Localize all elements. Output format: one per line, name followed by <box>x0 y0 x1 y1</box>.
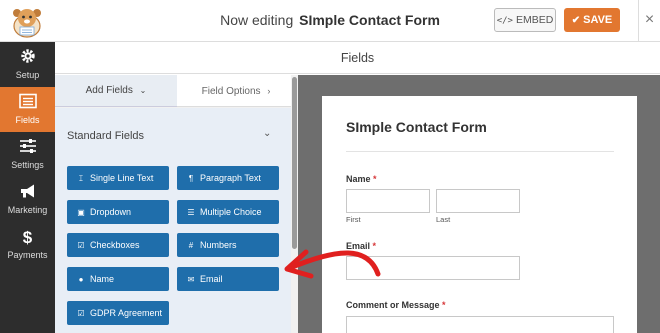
field-button-checkboxes[interactable]: ☑ Checkboxes <box>67 233 169 257</box>
builder-sidebar: Setup Fields Settings Marketing $ Paymen… <box>0 42 55 333</box>
comment-textarea[interactable] <box>346 316 614 333</box>
name-last-sublabel: Last <box>436 215 451 224</box>
dropdown-icon: ▣ <box>77 208 85 217</box>
chevron-down-icon[interactable]: ⌄ <box>263 128 271 139</box>
hash-icon: # <box>188 241 194 250</box>
sidebar-item-fields[interactable]: Fields <box>0 87 55 132</box>
list-icon <box>0 93 55 113</box>
chevron-down-icon: ⌄ <box>139 86 147 95</box>
save-button[interactable]: ✔ SAVE <box>564 8 620 32</box>
top-bar: Now editing SImple Contact Form </> EMBED… <box>0 0 660 42</box>
field-button-label: Numbers <box>200 240 237 250</box>
sidebar-item-payments[interactable]: $ Payments <box>0 222 55 267</box>
sidebar-item-label: Fields <box>15 115 40 125</box>
field-button-multiple-choice[interactable]: ☰ Multiple Choice <box>177 200 279 224</box>
fields-panel-scrollbar[interactable] <box>291 75 298 333</box>
form-preview-card: SImple Contact Form Name * First Last Em… <box>322 96 637 333</box>
close-button[interactable]: × <box>638 0 660 42</box>
name-last-input[interactable] <box>436 189 520 213</box>
field-label-name: Name * <box>346 174 377 184</box>
code-icon: </> <box>496 16 513 26</box>
paragraph-icon: ¶ <box>188 174 194 183</box>
user-icon: ● <box>78 275 84 284</box>
field-label-text: Email <box>346 241 371 251</box>
required-mark: * <box>373 174 377 184</box>
field-button-paragraph-text[interactable]: ¶ Paragraph Text <box>177 166 279 190</box>
required-mark: * <box>442 300 446 310</box>
sidebar-item-label: Payments <box>7 250 48 260</box>
field-button-label: Email <box>200 274 223 284</box>
save-label: SAVE <box>583 14 613 26</box>
form-preview-title: SImple Contact Form <box>346 119 487 135</box>
envelope-icon: ✉ <box>187 275 195 284</box>
name-first-input[interactable] <box>346 189 430 213</box>
divider <box>346 151 614 152</box>
field-button-label: Checkboxes <box>90 240 140 250</box>
field-button-dropdown[interactable]: ▣ Dropdown <box>67 200 169 224</box>
field-label-email: Email * <box>346 241 376 251</box>
field-label-text: Comment or Message <box>346 300 440 310</box>
field-button-label: Name <box>90 274 115 284</box>
dollar-icon: $ <box>22 228 33 247</box>
checkbox-icon: ☑ <box>77 241 85 250</box>
field-button-label: Dropdown <box>90 207 132 217</box>
email-input[interactable] <box>346 256 520 280</box>
sidebar-item-label: Marketing <box>7 205 48 215</box>
standard-fields-title[interactable]: Standard Fields <box>67 130 144 142</box>
embed-button[interactable]: </> EMBED <box>494 8 556 32</box>
field-label-text: Name <box>346 174 371 184</box>
scrollbar-thumb[interactable] <box>292 77 297 249</box>
tab-add-fields[interactable]: Add Fields ⌄ <box>55 75 177 107</box>
name-first-sublabel: First <box>346 215 361 224</box>
sidebar-item-settings[interactable]: Settings <box>0 132 55 177</box>
close-icon: × <box>644 11 655 28</box>
editing-form-name: SImple Contact Form <box>299 12 440 28</box>
sliders-icon <box>0 138 55 158</box>
checkmark-icon: ✔ <box>571 15 581 26</box>
gear-icon <box>0 48 55 68</box>
field-button-single-line-text[interactable]: 𝙸 Single Line Text <box>67 166 169 190</box>
megaphone-icon <box>0 183 55 203</box>
field-button-gdpr-agreement[interactable]: ☑ GDPR Agreement <box>67 301 169 325</box>
chevron-right-icon: › <box>267 86 271 96</box>
field-button-label: Single Line Text <box>90 173 154 183</box>
required-mark: * <box>372 241 377 251</box>
sidebar-item-label: Settings <box>11 160 44 170</box>
field-button-label: Multiple Choice <box>200 207 262 217</box>
checkbox-icon: ☑ <box>77 309 85 318</box>
field-button-label: Paragraph Text <box>200 173 261 183</box>
field-button-name[interactable]: ● Name <box>67 267 169 291</box>
field-label-comment: Comment or Message * <box>346 300 446 310</box>
panel-title: Fields <box>55 42 660 74</box>
sidebar-item-setup[interactable]: Setup <box>0 42 55 87</box>
wpforms-bear-logo-icon <box>13 9 41 38</box>
field-button-email[interactable]: ✉ Email <box>177 267 279 291</box>
field-button-label: GDPR Agreement <box>90 308 163 318</box>
text-cursor-icon: 𝙸 <box>78 174 84 183</box>
sidebar-item-marketing[interactable]: Marketing <box>0 177 55 222</box>
tab-field-options-label: Field Options <box>201 86 261 97</box>
list-bullets-icon: ☰ <box>187 208 195 217</box>
editing-prefix: Now editing <box>220 12 294 28</box>
tab-add-fields-label: Add Fields <box>85 85 133 96</box>
embed-label: EMBED <box>515 14 554 26</box>
field-button-numbers[interactable]: # Numbers <box>177 233 279 257</box>
tab-field-options[interactable]: Field Options › <box>177 75 295 107</box>
editing-title: Now editing SImple Contact Form <box>0 0 660 42</box>
sidebar-item-label: Setup <box>15 70 40 80</box>
